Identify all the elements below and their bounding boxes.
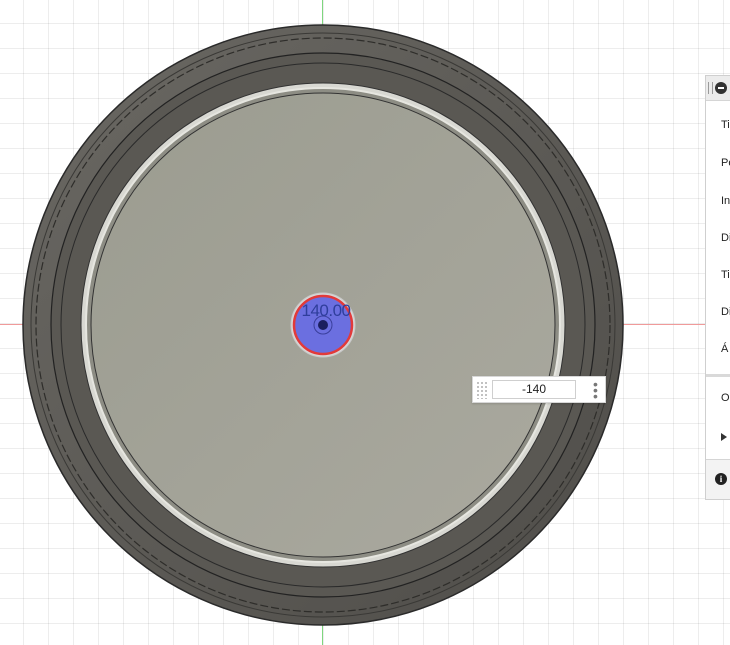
panel-titlebar[interactable] xyxy=(706,76,730,101)
caret-right-icon[interactable] xyxy=(721,433,727,441)
drag-grip-icon[interactable] xyxy=(476,381,488,399)
properties-panel: Ti Pe In Di Ti Di Á O i xyxy=(705,75,730,500)
panel-row-7[interactable]: Á xyxy=(706,330,730,368)
center-point[interactable] xyxy=(318,320,328,330)
panel-drag-handle-icon[interactable] xyxy=(708,82,713,94)
panel-footer: i xyxy=(706,459,730,499)
info-icon[interactable]: i xyxy=(715,473,727,485)
panel-row-3[interactable]: In xyxy=(706,182,730,220)
minus-circle-icon[interactable] xyxy=(715,82,727,94)
design-canvas[interactable]: 140.00 -140 • • • xyxy=(0,0,730,645)
panel-row-6[interactable]: Di xyxy=(706,293,730,331)
panel-row-8[interactable]: O xyxy=(706,379,730,417)
panel-row-4[interactable]: Di xyxy=(706,219,730,257)
panel-divider xyxy=(706,374,730,377)
panel-row-2[interactable]: Pe xyxy=(706,144,730,182)
panel-row-5[interactable]: Ti xyxy=(706,256,730,294)
dimension-value-input[interactable]: -140 xyxy=(492,380,576,399)
panel-row-1[interactable]: Ti xyxy=(706,106,730,144)
3d-model-top-view[interactable] xyxy=(0,0,730,645)
dimension-label: 140.00 xyxy=(301,301,352,320)
more-options-icon[interactable]: • • • xyxy=(593,377,598,403)
dimension-input-box[interactable]: -140 • • • xyxy=(472,376,606,403)
